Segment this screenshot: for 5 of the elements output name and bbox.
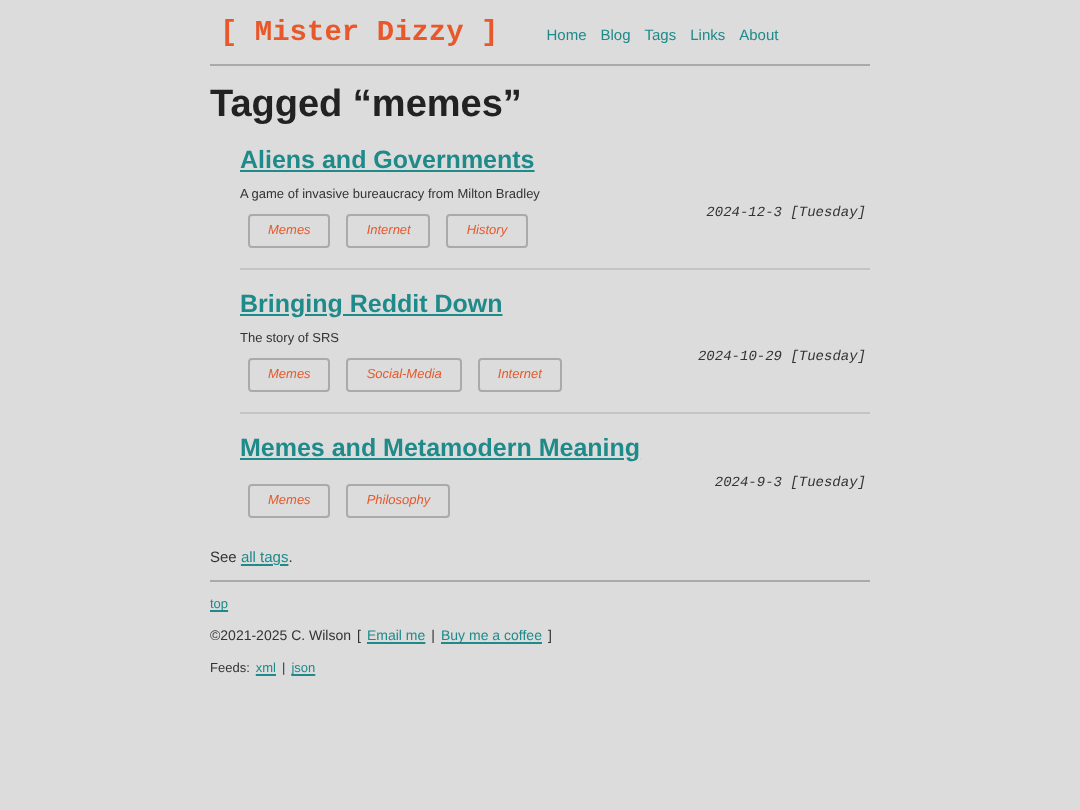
site-logo[interactable]: [ Mister Dizzy ] bbox=[220, 18, 499, 50]
post-title-link[interactable]: Aliens and Governments bbox=[240, 146, 535, 174]
post-title-link[interactable]: Memes and Metamodern Meaning bbox=[240, 434, 641, 462]
page-heading: Tagged “memes” bbox=[210, 84, 524, 128]
post-title-link[interactable]: Bringing Reddit Down bbox=[240, 290, 503, 318]
